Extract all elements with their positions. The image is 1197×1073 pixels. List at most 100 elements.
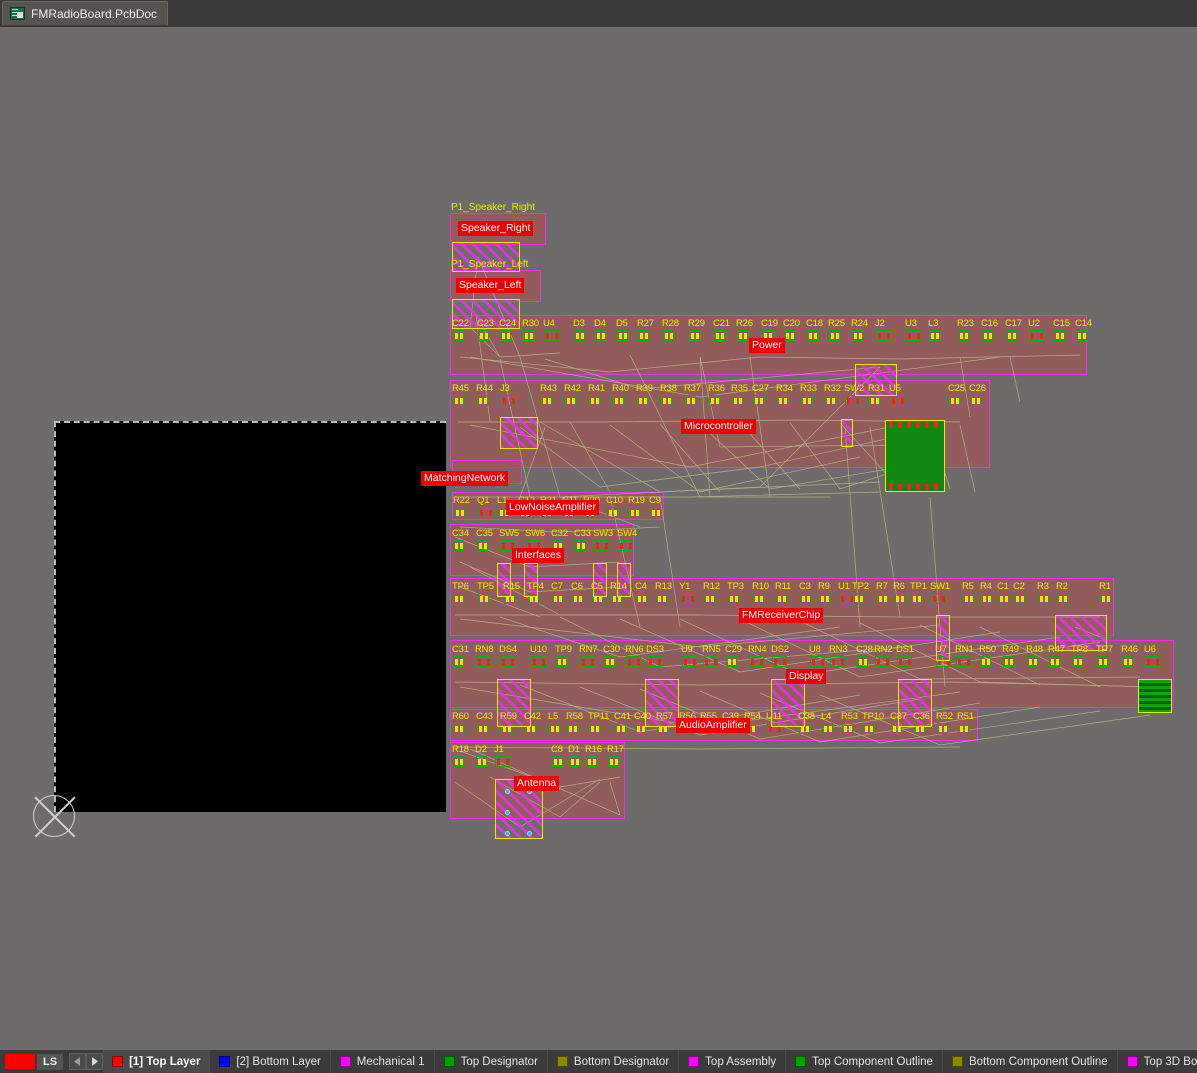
footprint-rn7[interactable] bbox=[580, 656, 595, 667]
designator-c30[interactable]: C30 bbox=[603, 645, 620, 655]
left-arrow-icon[interactable] bbox=[69, 1053, 87, 1070]
designator-r53[interactable]: R53 bbox=[841, 712, 858, 722]
designator-r58[interactable]: R58 bbox=[566, 712, 583, 722]
designator-r31[interactable]: R31 bbox=[868, 384, 885, 394]
footprint-sw1[interactable] bbox=[931, 593, 946, 604]
designator-sw3[interactable]: SW3 bbox=[593, 529, 613, 539]
designator-r38[interactable]: R38 bbox=[660, 384, 677, 394]
designator-u4[interactable]: U4 bbox=[543, 319, 555, 329]
footprint-c27[interactable] bbox=[753, 395, 764, 406]
footprint-r58[interactable] bbox=[567, 723, 578, 734]
footprint-u5[interactable] bbox=[890, 395, 905, 406]
footprint-rn5[interactable] bbox=[703, 656, 718, 667]
footprint-c33[interactable] bbox=[575, 540, 586, 551]
footprint-r48[interactable] bbox=[1027, 656, 1038, 667]
active-layer-color-swatch[interactable] bbox=[5, 1054, 35, 1069]
designator-r2[interactable]: R2 bbox=[1056, 582, 1068, 592]
designator-d2[interactable]: D2 bbox=[475, 745, 487, 755]
footprint-r22[interactable] bbox=[454, 507, 465, 518]
footprint-r24[interactable] bbox=[852, 330, 863, 341]
designator-ds4[interactable]: DS4 bbox=[499, 645, 517, 655]
footprint-tp3[interactable] bbox=[728, 593, 739, 604]
designator-r27[interactable]: R27 bbox=[637, 319, 654, 329]
footprint-c26[interactable] bbox=[970, 395, 981, 406]
designator-r46[interactable]: R46 bbox=[1121, 645, 1138, 655]
designator-c4[interactable]: C4 bbox=[635, 582, 647, 592]
layer-tab-top-component-outline[interactable]: Top Component Outline bbox=[786, 1050, 943, 1073]
footprint-d5[interactable] bbox=[617, 330, 628, 341]
designator-r28[interactable]: R28 bbox=[662, 319, 679, 329]
designator-u1[interactable]: U1 bbox=[838, 582, 850, 592]
designator-ds3[interactable]: DS3 bbox=[646, 645, 664, 655]
footprint-r36[interactable] bbox=[709, 395, 720, 406]
footprint-c8[interactable] bbox=[552, 756, 563, 767]
footprint-r41[interactable] bbox=[589, 395, 600, 406]
footprint-rn3[interactable] bbox=[830, 656, 845, 667]
footprint-c20[interactable] bbox=[784, 330, 795, 341]
designator-c40[interactable]: C40 bbox=[634, 712, 651, 722]
footprint-c17[interactable] bbox=[1006, 330, 1017, 341]
layer-tab-bottom-designator[interactable]: Bottom Designator bbox=[548, 1050, 680, 1073]
designator-r17[interactable]: R17 bbox=[607, 745, 624, 755]
designator-c6[interactable]: C6 bbox=[571, 582, 583, 592]
designator-r35[interactable]: R35 bbox=[731, 384, 748, 394]
designator-r4[interactable]: R4 bbox=[980, 582, 992, 592]
designator-u7[interactable]: U7 bbox=[935, 645, 947, 655]
designator-c19[interactable]: C19 bbox=[761, 319, 778, 329]
designator-c41[interactable]: C41 bbox=[614, 712, 631, 722]
designator-r29[interactable]: R29 bbox=[688, 319, 705, 329]
designator-c18[interactable]: C18 bbox=[806, 319, 823, 329]
footprint-c25[interactable] bbox=[949, 395, 960, 406]
designator-c34[interactable]: C34 bbox=[452, 529, 469, 539]
designator-c35[interactable]: C35 bbox=[476, 529, 493, 539]
footprint-c34[interactable] bbox=[453, 540, 464, 551]
designator-rn7[interactable]: RN7 bbox=[579, 645, 598, 655]
designator-r11[interactable]: R11 bbox=[775, 582, 791, 592]
designator-r42[interactable]: R42 bbox=[564, 384, 581, 394]
designator-c3[interactable]: C3 bbox=[799, 582, 811, 592]
footprint-u10[interactable] bbox=[531, 656, 546, 667]
designator-c42[interactable]: C42 bbox=[524, 712, 541, 722]
footprint-c2[interactable] bbox=[1014, 593, 1025, 604]
designator-r7[interactable]: R7 bbox=[876, 582, 888, 592]
footprint-r6[interactable] bbox=[894, 593, 905, 604]
designator-c28[interactable]: C28 bbox=[856, 645, 873, 655]
footprint-r27[interactable] bbox=[638, 330, 649, 341]
designator-r40[interactable]: R40 bbox=[612, 384, 629, 394]
footprint-r23[interactable] bbox=[958, 330, 969, 341]
room-label-lownoiseamplifier[interactable]: LowNoiseAmplifier bbox=[506, 500, 599, 515]
footprint-c1[interactable] bbox=[998, 593, 1009, 604]
designator-d5[interactable]: D5 bbox=[616, 319, 628, 329]
designator-d4[interactable]: D4 bbox=[594, 319, 606, 329]
designator-r50[interactable]: R50 bbox=[979, 645, 996, 655]
footprint-r35[interactable] bbox=[732, 395, 743, 406]
footprint-u4[interactable] bbox=[544, 330, 559, 341]
designator-u5[interactable]: U5 bbox=[889, 384, 901, 394]
part-u6-connector[interactable] bbox=[1138, 679, 1172, 713]
designator-l4[interactable]: L4 bbox=[821, 712, 831, 722]
footprint-tp8[interactable] bbox=[1072, 656, 1083, 667]
footprint-c18[interactable] bbox=[807, 330, 818, 341]
designator-r45[interactable]: R45 bbox=[452, 384, 469, 394]
designator-r32[interactable]: R32 bbox=[824, 384, 841, 394]
designator-c26[interactable]: C26 bbox=[969, 384, 986, 394]
designator-j1[interactable]: J1 bbox=[494, 745, 504, 755]
designator-rn8[interactable]: RN8 bbox=[475, 645, 494, 655]
designator-r6[interactable]: R6 bbox=[893, 582, 905, 592]
footprint-d3[interactable] bbox=[574, 330, 585, 341]
footprint-q1[interactable] bbox=[478, 507, 493, 518]
footprint-c31[interactable] bbox=[453, 656, 464, 667]
footprint-d4[interactable] bbox=[595, 330, 606, 341]
designator-u9[interactable]: U9 bbox=[681, 645, 693, 655]
designator-u10[interactable]: U10 bbox=[530, 645, 547, 655]
layer-tab-mechanical-1[interactable]: Mechanical 1 bbox=[331, 1050, 435, 1073]
designator-r48[interactable]: R48 bbox=[1026, 645, 1043, 655]
designator-r37[interactable]: R37 bbox=[684, 384, 701, 394]
designator-d3[interactable]: D3 bbox=[573, 319, 585, 329]
designator-c33[interactable]: C33 bbox=[574, 529, 591, 539]
designator-tp8[interactable]: TP8 bbox=[1071, 645, 1088, 655]
footprint-r28[interactable] bbox=[663, 330, 674, 341]
right-arrow-icon[interactable] bbox=[86, 1053, 104, 1070]
footprint-c22[interactable] bbox=[453, 330, 464, 341]
part-sw2-switch[interactable] bbox=[841, 419, 853, 447]
